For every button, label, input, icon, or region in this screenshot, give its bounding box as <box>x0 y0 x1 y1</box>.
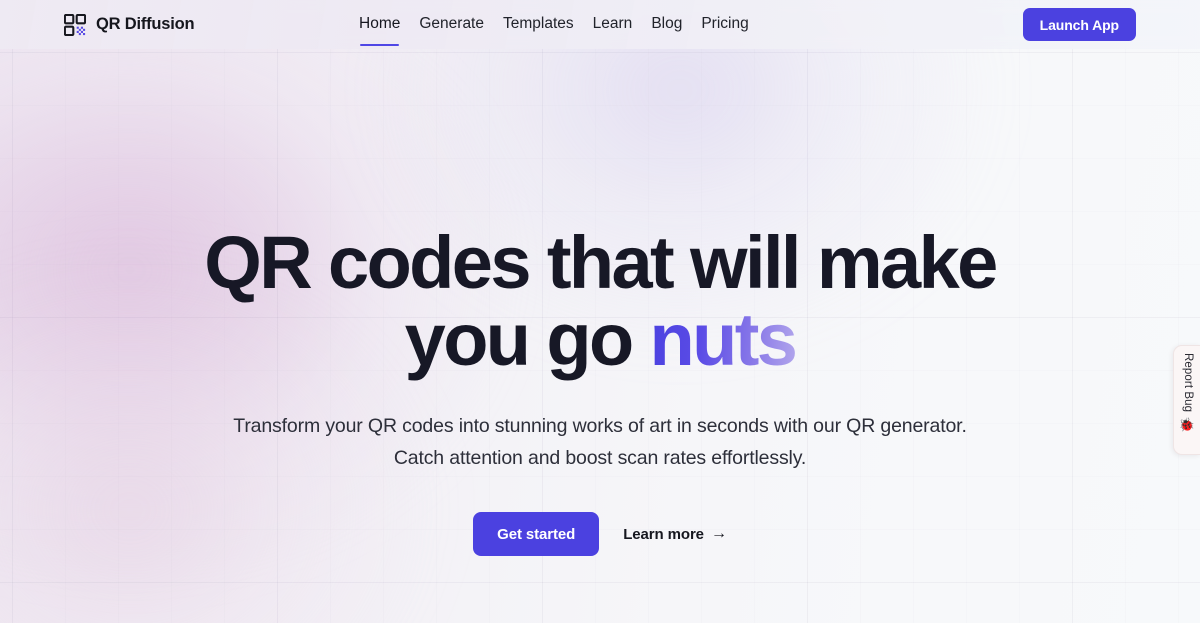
learn-more-link[interactable]: Learn more → <box>623 526 727 543</box>
site-header: QR Diffusion Home Generate Templates Lea… <box>0 0 1200 49</box>
get-started-button[interactable]: Get started <box>473 512 600 557</box>
nav-item-blog[interactable]: Blog <box>651 2 682 47</box>
brand-name: QR Diffusion <box>96 15 195 33</box>
report-bug-label: Report Bug <box>1181 353 1194 413</box>
hero-subtitle-line-2: Catch attention and boost scan rates eff… <box>393 447 807 470</box>
nav-item-home-label: Home <box>359 15 401 33</box>
nav-item-learn-label: Learn <box>592 15 633 33</box>
headline-line-1: QR codes that will make <box>204 221 998 304</box>
nav-item-home[interactable]: Home <box>359 2 400 47</box>
nav-item-learn[interactable]: Learn <box>593 2 633 47</box>
nav-item-pricing-label: Pricing <box>701 15 749 33</box>
qr-code-icon <box>64 13 86 36</box>
hero-cta-row: Get started Learn more → <box>473 512 727 557</box>
launch-app-button[interactable]: Launch App <box>1022 8 1136 41</box>
arrow-right-icon: → <box>710 525 727 543</box>
hero-subtitle: Transform your QR codes into stunning wo… <box>233 410 967 474</box>
nav-item-templates[interactable]: Templates <box>503 2 574 47</box>
nav-item-generate-label: Generate <box>419 15 484 33</box>
hero-section: QR codes that will make you go nuts Tran… <box>0 49 1200 623</box>
hero-subtitle-line-1: Transform your QR codes into stunning wo… <box>233 414 967 437</box>
report-bug-tab[interactable]: Report Bug 🐞 <box>1173 345 1200 455</box>
headline-accent-word: nuts <box>649 297 798 381</box>
nav-item-blog-label: Blog <box>651 15 683 33</box>
main-navigation: Home Generate Templates Learn Blog Prici… <box>359 0 749 49</box>
learn-more-label: Learn more <box>623 525 704 543</box>
page-root: QR Diffusion Home Generate Templates Lea… <box>0 0 1200 623</box>
bug-icon: 🐞 <box>1178 417 1196 433</box>
nav-item-generate[interactable]: Generate <box>419 2 484 47</box>
nav-item-templates-label: Templates <box>503 15 574 33</box>
headline-line-2-prefix: you go <box>404 297 650 381</box>
brand-logo-link[interactable]: QR Diffusion <box>64 13 195 36</box>
nav-item-pricing[interactable]: Pricing <box>701 2 748 47</box>
page-title: QR codes that will make you go nuts <box>204 224 998 381</box>
